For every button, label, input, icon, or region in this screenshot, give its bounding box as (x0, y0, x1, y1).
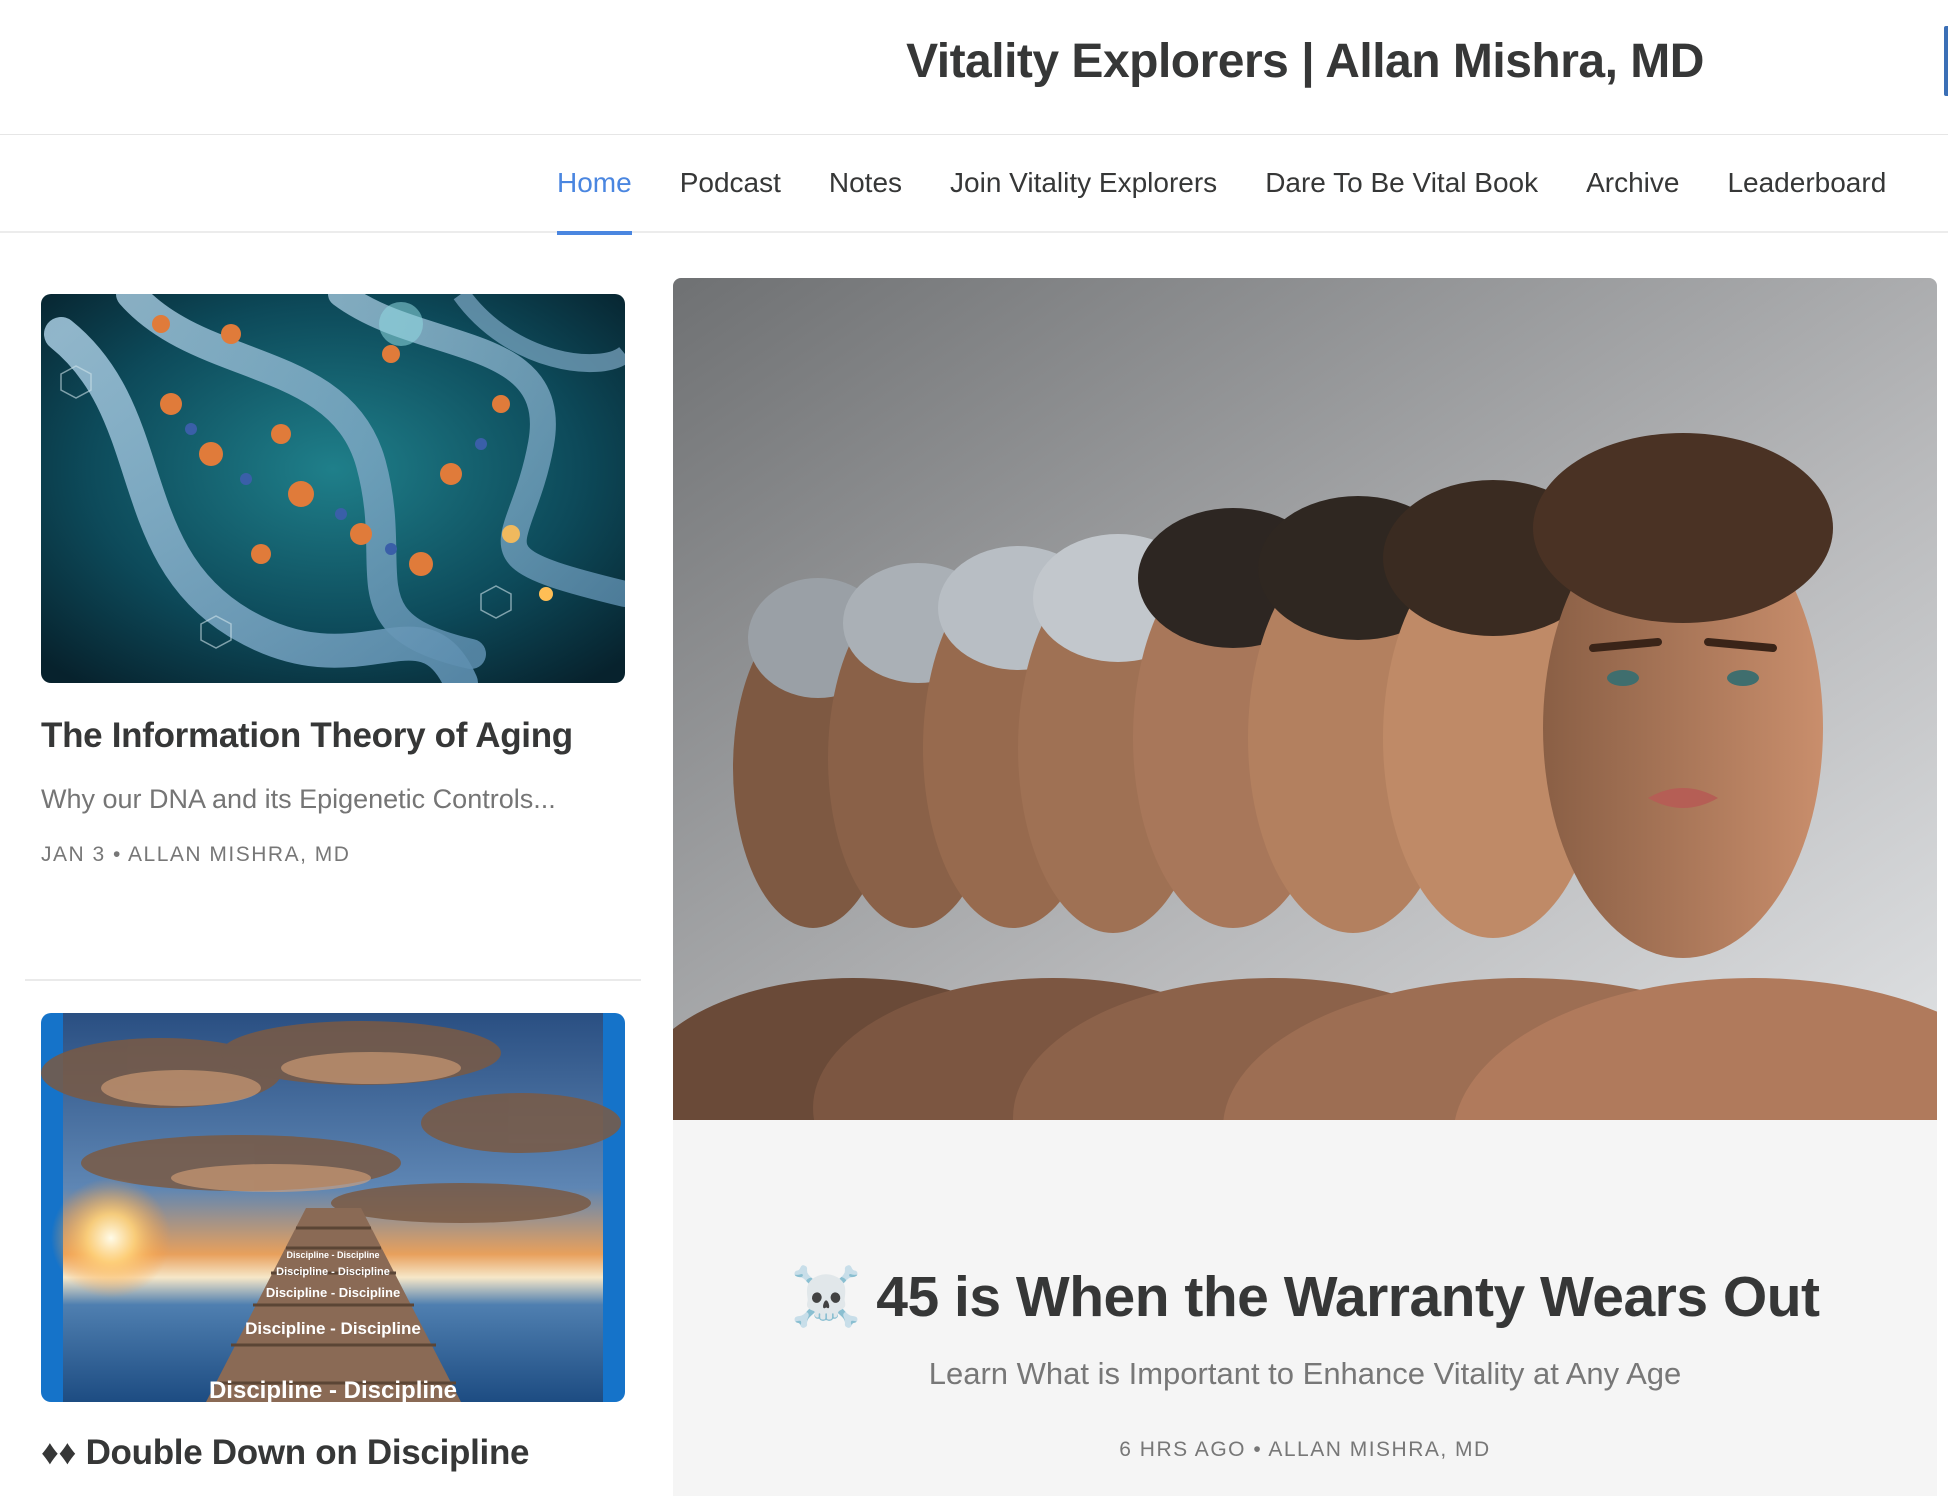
site-title[interactable]: Vitality Explorers | Allan Mishra, MD (0, 34, 1948, 89)
skull-crossbones-icon: ☠️ (790, 1265, 861, 1329)
nav-item-archive[interactable]: Archive (1586, 135, 1679, 233)
nav-item-notes[interactable]: Notes (829, 135, 902, 233)
stair-text: Discipline - Discipline (209, 1377, 457, 1402)
diamond-icon: ♦♦ (41, 1433, 77, 1472)
nav-item-leaderboard[interactable]: Leaderboard (1727, 135, 1886, 233)
post-title[interactable]: The Information Theory of Aging (41, 716, 573, 756)
post-thumbnail-discipline[interactable]: Discipline - Discipline Discipline - Dis… (41, 1013, 625, 1402)
nav-item-podcast[interactable]: Podcast (680, 135, 781, 233)
site-header: Vitality Explorers | Allan Mishra, MD (0, 0, 1948, 135)
featured-subtitle: Learn What is Important to Enhance Vital… (928, 1356, 1682, 1391)
post-divider (25, 979, 641, 981)
featured-title-text: 45 is When the Warranty Wears Out (876, 1265, 1820, 1329)
stair-text: Discipline - Discipline (286, 1250, 379, 1260)
post-thumbnail-dna[interactable] (41, 294, 625, 683)
featured-post[interactable]: ☠️ 45 is When the Warranty Wears Out Lea… (673, 278, 1937, 1496)
featured-image[interactable] (673, 278, 1937, 1120)
nav-item-join[interactable]: Join Vitality Explorers (950, 135, 1217, 233)
nav-item-book[interactable]: Dare To Be Vital Book (1265, 135, 1538, 233)
post-meta: JAN 3 • ALLAN MISHRA, MD (41, 843, 351, 866)
stair-text: Discipline - Discipline (276, 1266, 390, 1278)
stair-text: Discipline - Discipline (245, 1319, 421, 1338)
header-edge-button[interactable] (1944, 26, 1948, 96)
nav-bar: Home Podcast Notes Join Vitality Explore… (0, 135, 1948, 235)
nav-item-home[interactable]: Home (557, 135, 632, 235)
featured-title[interactable]: ☠️ 45 is When the Warranty Wears Out (673, 1263, 1937, 1330)
post-title-text: Double Down on Discipline (85, 1433, 530, 1472)
stair-text: Discipline - Discipline (266, 1285, 400, 1300)
post-subtitle: Why our DNA and its Epigenetic Controls.… (41, 784, 556, 814)
featured-meta: 6 HRS AGO • ALLAN MISHRA, MD (1119, 1438, 1491, 1461)
post-title[interactable]: ♦♦ Double Down on Discipline (41, 1433, 529, 1473)
